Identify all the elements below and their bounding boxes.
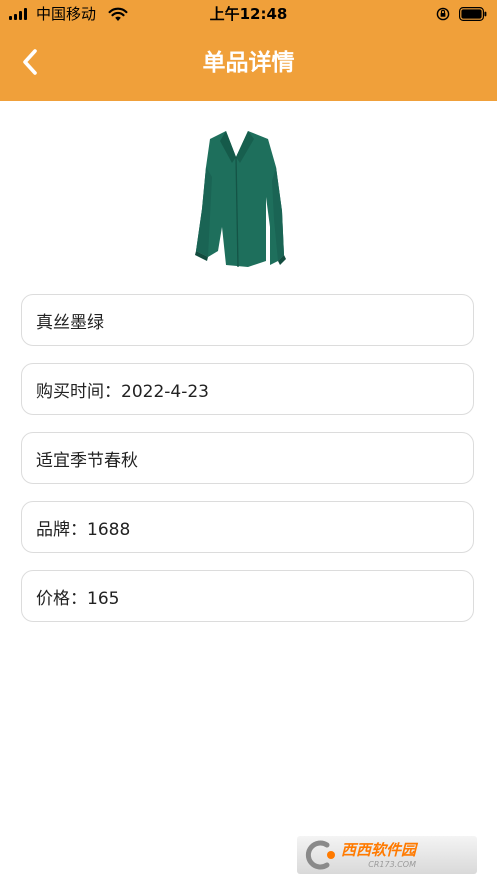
battery-icon — [459, 7, 487, 21]
page-title: 单品详情 — [202, 50, 295, 76]
app-header: 中国移动 上午12:48 单品详情 — [0, 0, 497, 101]
navigation-bar: 单品详情 — [0, 28, 497, 101]
watermark-badge: 西西软件园 CR173.COM — [297, 836, 477, 874]
brand-value: 品牌：1688 — [36, 519, 131, 540]
price-value: 价格：165 — [36, 588, 120, 609]
detail-screen: 中国移动 上午12:48 单品详情 真丝墨绿 购买时间：2022-4-23 适宜… — [0, 0, 497, 883]
purchase-time-field: 购买时间：2022-4-23 — [21, 363, 474, 415]
status-bar: 中国移动 上午12:48 — [0, 0, 497, 28]
watermark-subtext: CR173.COM — [368, 859, 417, 869]
watermark-text: 西西软件园 — [341, 840, 417, 859]
season-value: 适宜季节春秋 — [36, 450, 138, 471]
brand-field: 品牌：1688 — [21, 501, 474, 553]
orientation-lock-icon — [436, 7, 450, 21]
season-field: 适宜季节春秋 — [21, 432, 474, 484]
product-name-value: 真丝墨绿 — [36, 312, 104, 333]
watermark-logo-icon — [305, 840, 335, 870]
purchase-time-value: 购买时间：2022-4-23 — [36, 381, 209, 402]
product-name-field: 真丝墨绿 — [21, 294, 474, 346]
product-image — [195, 131, 286, 268]
price-field: 价格：165 — [21, 570, 474, 622]
status-time: 上午12:48 — [209, 5, 288, 23]
